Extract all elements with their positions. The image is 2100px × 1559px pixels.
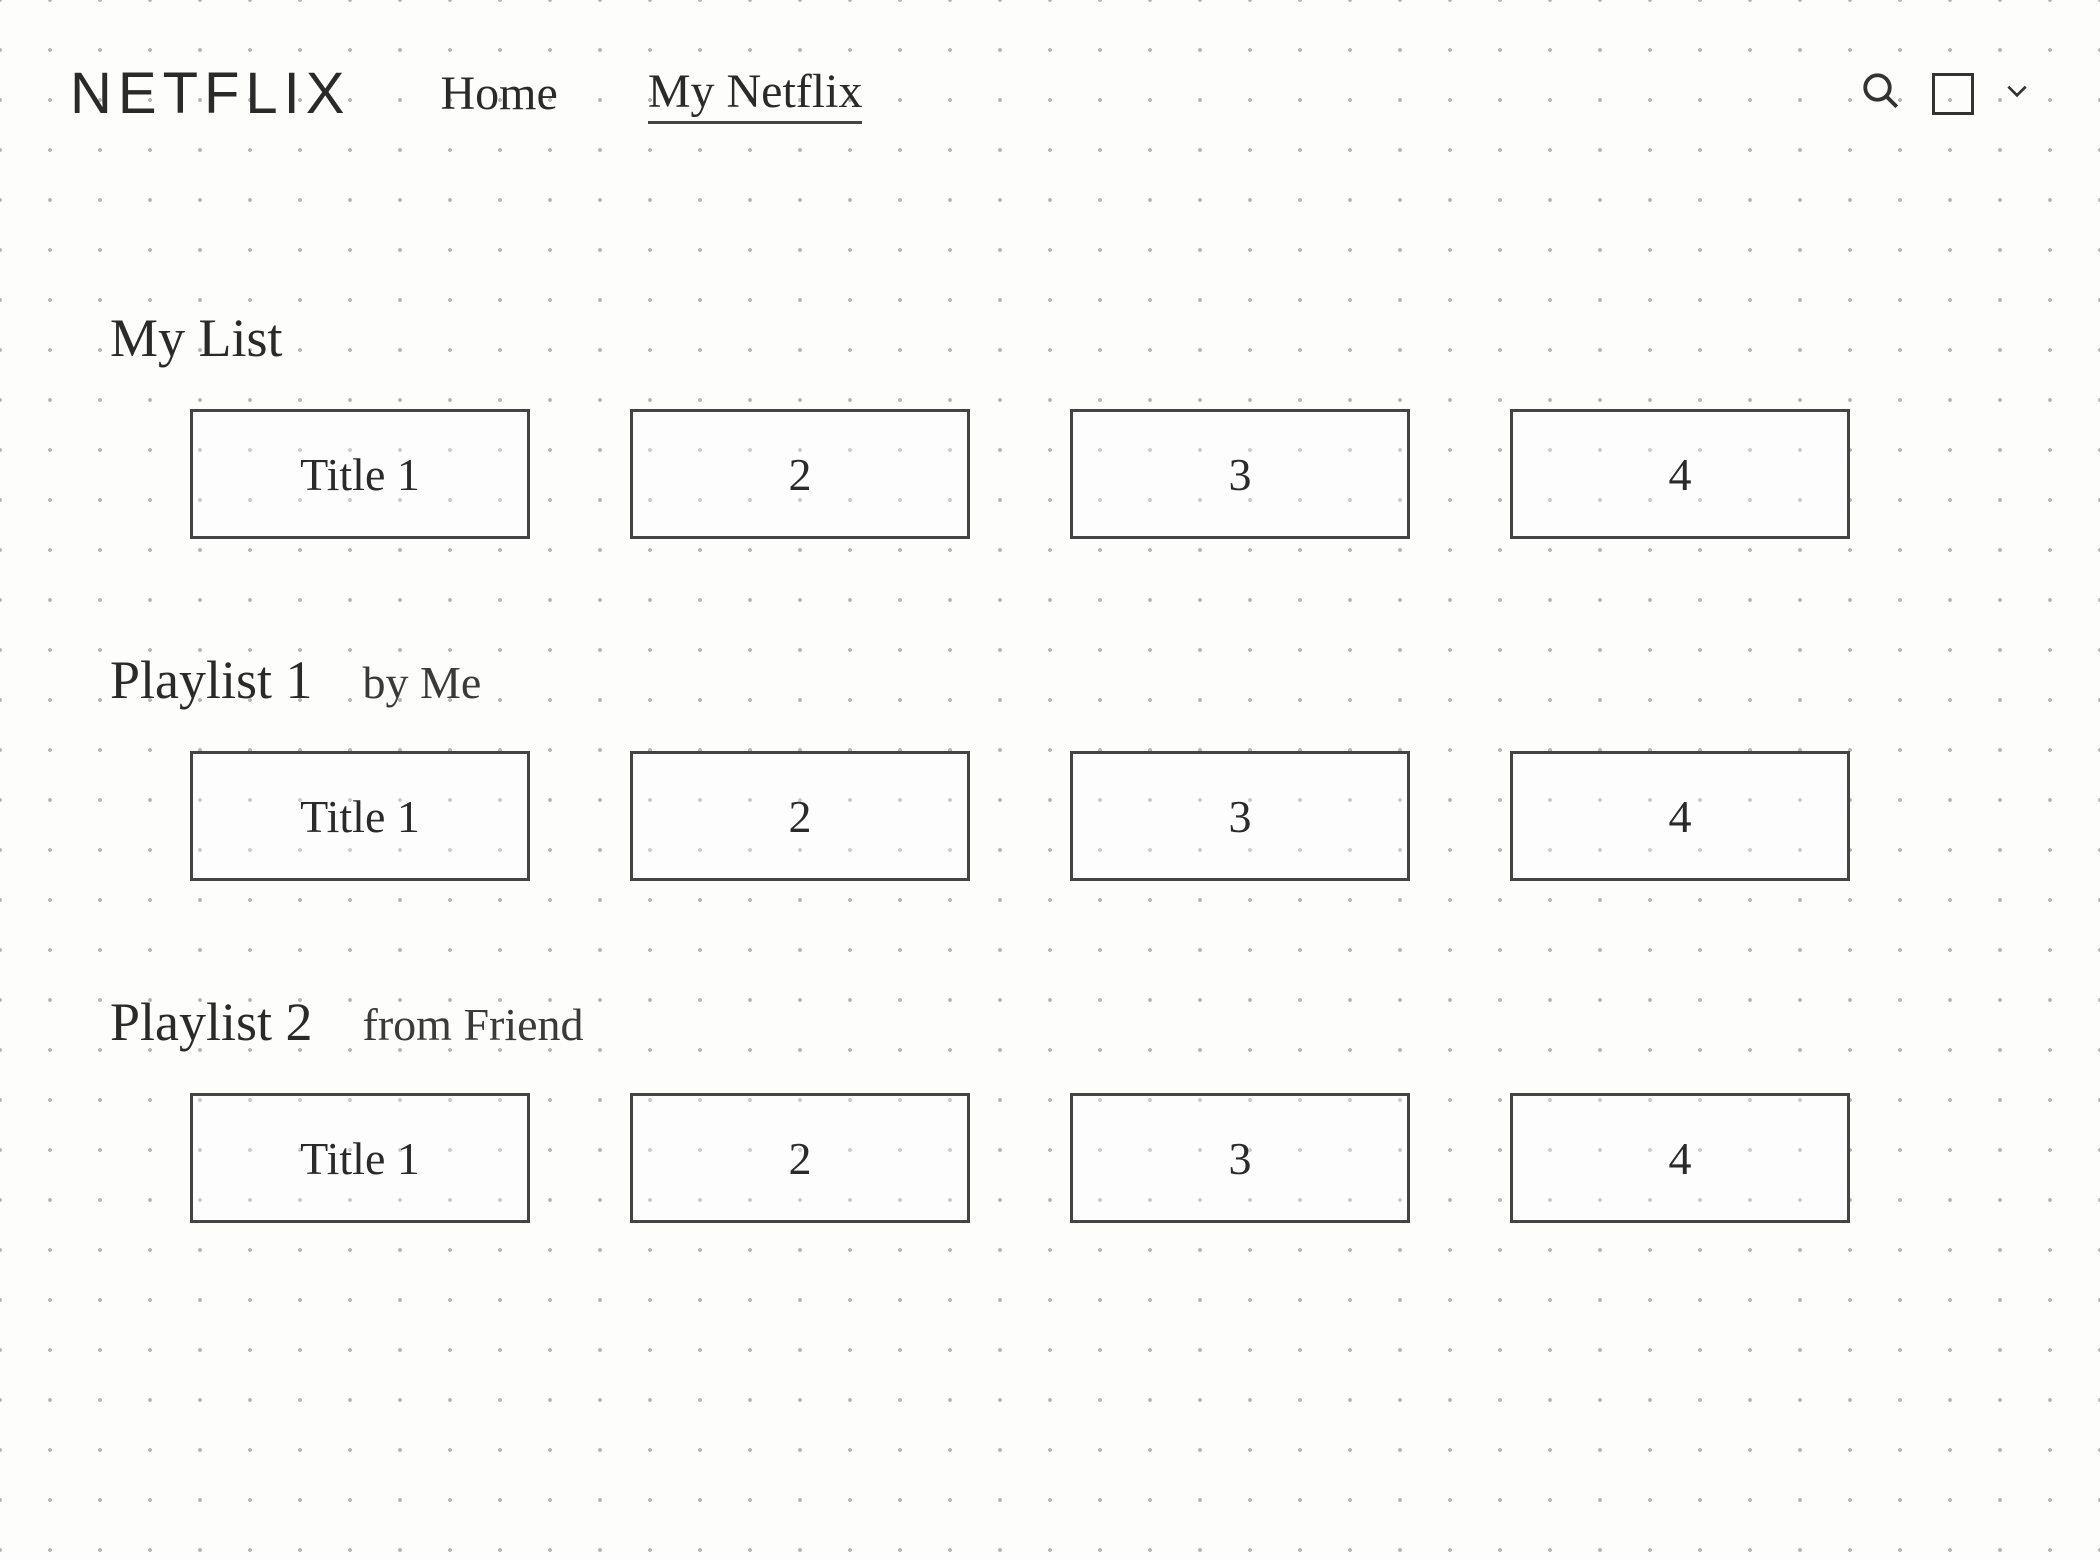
- section-subtitle: from Friend: [363, 998, 584, 1051]
- header-right: [1860, 70, 2030, 117]
- section-header: Playlist 2 from Friend: [70, 991, 2030, 1053]
- section-header: My List: [70, 307, 2030, 369]
- tile[interactable]: 2: [630, 409, 970, 539]
- section-my-list: My List Title 1 2 3 4: [70, 307, 2030, 539]
- tile[interactable]: Title 1: [190, 751, 530, 881]
- tile-row: Title 1 2 3 4: [70, 1093, 2030, 1223]
- chevron-down-icon[interactable]: [2004, 78, 2030, 109]
- tile[interactable]: 3: [1070, 409, 1410, 539]
- search-icon[interactable]: [1860, 70, 1902, 117]
- tile[interactable]: 3: [1070, 751, 1410, 881]
- logo[interactable]: NETFLIX: [70, 60, 351, 127]
- header: NETFLIX Home My Netflix: [70, 60, 2030, 127]
- profile-avatar-icon[interactable]: [1932, 73, 1974, 115]
- tile[interactable]: 4: [1510, 1093, 1850, 1223]
- section-header: Playlist 1 by Me: [70, 649, 2030, 711]
- section-title: Playlist 2: [110, 991, 313, 1053]
- tile[interactable]: Title 1: [190, 409, 530, 539]
- tile-row: Title 1 2 3 4: [70, 751, 2030, 881]
- nav-my-netflix[interactable]: My Netflix: [648, 64, 863, 124]
- tile[interactable]: 4: [1510, 751, 1850, 881]
- section-playlist-1: Playlist 1 by Me Title 1 2 3 4: [70, 649, 2030, 881]
- tile[interactable]: 3: [1070, 1093, 1410, 1223]
- section-playlist-2: Playlist 2 from Friend Title 1 2 3 4: [70, 991, 2030, 1223]
- tile[interactable]: 2: [630, 751, 970, 881]
- nav-home[interactable]: Home: [441, 66, 558, 121]
- tile[interactable]: 4: [1510, 409, 1850, 539]
- tile-row: Title 1 2 3 4: [70, 409, 2030, 539]
- section-subtitle: by Me: [363, 656, 482, 709]
- tile[interactable]: 2: [630, 1093, 970, 1223]
- section-title: My List: [110, 307, 283, 369]
- section-title: Playlist 1: [110, 649, 313, 711]
- tile[interactable]: Title 1: [190, 1093, 530, 1223]
